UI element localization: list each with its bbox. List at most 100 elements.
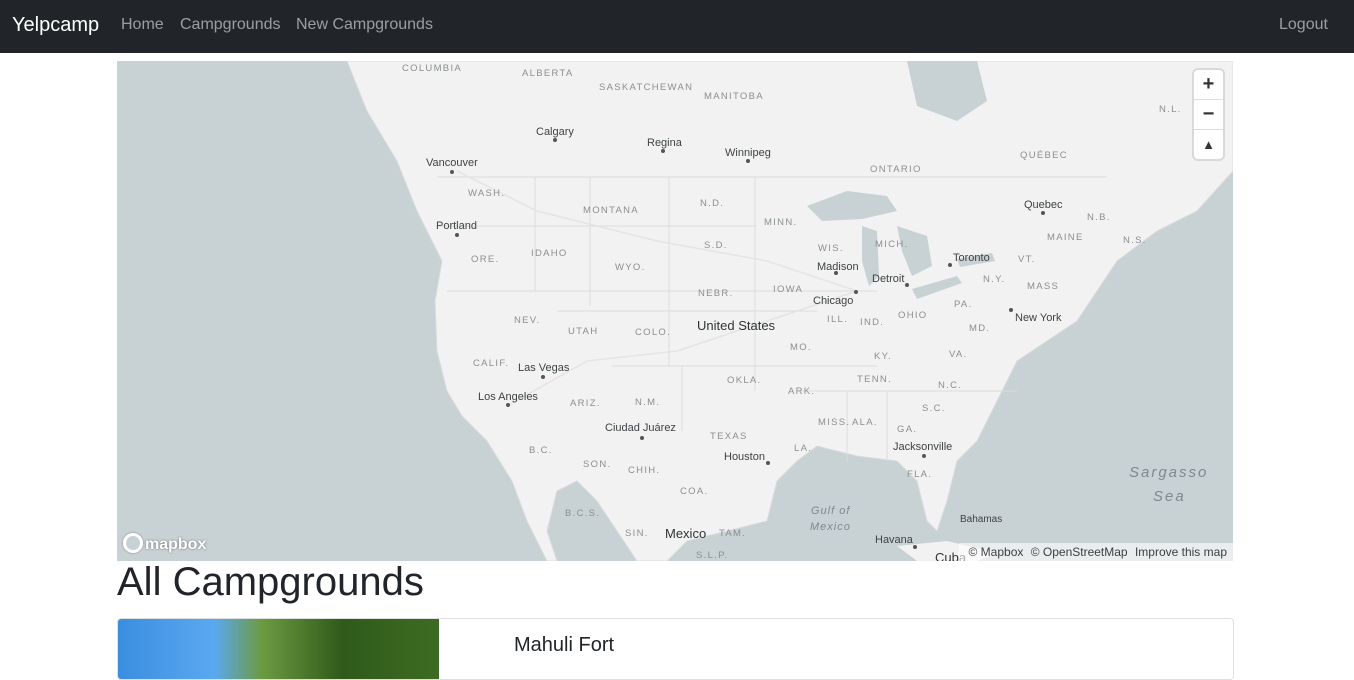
mapbox-logo[interactable]: mapbox <box>123 533 206 554</box>
svg-text:WYO.: WYO. <box>615 262 646 273</box>
svg-text:Bahamas: Bahamas <box>960 514 1002 525</box>
svg-text:CALIF.: CALIF. <box>473 358 509 369</box>
campground-title: Mahuli Fort <box>514 634 615 656</box>
svg-text:MICH.: MICH. <box>875 239 908 250</box>
svg-text:OHIO: OHIO <box>898 310 927 321</box>
svg-text:N.Y.: N.Y. <box>983 274 1005 285</box>
svg-text:GA.: GA. <box>897 424 917 435</box>
svg-text:ORE.: ORE. <box>471 254 499 265</box>
svg-text:ARIZ.: ARIZ. <box>570 398 601 409</box>
svg-text:FLA.: FLA. <box>907 469 932 480</box>
svg-text:ARK.: ARK. <box>788 386 815 397</box>
svg-text:IND.: IND. <box>860 317 884 328</box>
zoom-out-button[interactable]: − <box>1194 100 1223 130</box>
svg-text:Vancouver: Vancouver <box>426 157 478 169</box>
svg-text:TENN.: TENN. <box>857 374 892 385</box>
svg-text:MANITOBA: MANITOBA <box>704 91 764 102</box>
svg-text:ILL.: ILL. <box>827 314 848 325</box>
water-labels: Sargasso Sea Gulf of Mexico <box>810 464 1208 533</box>
svg-text:QUÉBEC: QUÉBEC <box>1020 150 1068 161</box>
svg-text:United States: United States <box>697 318 776 333</box>
svg-text:B.C.S.: B.C.S. <box>565 508 600 519</box>
svg-text:B.C.: B.C. <box>529 445 553 456</box>
nav-home-link[interactable]: Home <box>121 16 164 34</box>
map-navigation-control: + − ▲ <box>1194 70 1223 159</box>
compass-reset-button[interactable]: ▲ <box>1194 130 1223 159</box>
campground-image <box>118 619 439 679</box>
navbar: Yelpcamp Home Campgrounds New Campground… <box>0 0 1354 53</box>
svg-text:PA.: PA. <box>954 299 973 310</box>
attribution-mapbox-link[interactable]: © Mapbox <box>969 545 1024 559</box>
svg-text:TAM.: TAM. <box>719 528 746 539</box>
svg-text:UTAH: UTAH <box>568 326 598 337</box>
svg-text:Jacksonville: Jacksonville <box>893 441 952 453</box>
svg-text:Gulf of: Gulf of <box>811 505 850 517</box>
svg-text:Portland: Portland <box>436 220 477 232</box>
nav-new-campground-link[interactable]: New Campgrounds <box>296 16 433 34</box>
page-title: All Campgrounds <box>117 560 424 604</box>
svg-text:TEXAS: TEXAS <box>710 431 748 442</box>
svg-text:NEV.: NEV. <box>514 315 541 326</box>
svg-text:Calgary: Calgary <box>536 126 574 138</box>
svg-text:MISS.: MISS. <box>818 417 850 428</box>
zoom-in-button[interactable]: + <box>1194 70 1223 100</box>
svg-text:WIS.: WIS. <box>818 243 844 254</box>
svg-text:N.D.: N.D. <box>700 198 724 209</box>
svg-text:MASS: MASS <box>1027 281 1059 292</box>
svg-text:Sea: Sea <box>1153 488 1186 505</box>
svg-text:MINN.: MINN. <box>764 217 797 228</box>
svg-text:VT.: VT. <box>1018 254 1036 265</box>
mapbox-ring-icon <box>123 533 143 553</box>
svg-text:ALA.: ALA. <box>852 417 878 428</box>
svg-text:COLUMBIA: COLUMBIA <box>402 63 462 74</box>
svg-text:Las Vegas: Las Vegas <box>518 362 570 374</box>
svg-text:Sargasso: Sargasso <box>1129 464 1208 481</box>
map-attribution: © Mapbox © OpenStreetMap Improve this ma… <box>958 543 1233 561</box>
svg-text:ALBERTA: ALBERTA <box>522 68 574 79</box>
svg-text:N.C.: N.C. <box>938 380 962 391</box>
svg-text:Mexico: Mexico <box>665 526 706 541</box>
svg-text:COA.: COA. <box>680 486 708 497</box>
svg-text:MD.: MD. <box>969 323 990 334</box>
campground-card: Mahuli Fort <box>117 618 1234 680</box>
svg-text:N.L.: N.L. <box>1159 104 1182 115</box>
nav-campgrounds-link[interactable]: Campgrounds <box>180 16 281 34</box>
improve-map-link[interactable]: Improve this map <box>1135 545 1227 559</box>
svg-text:KY.: KY. <box>874 351 892 362</box>
svg-text:Winnipeg: Winnipeg <box>725 147 771 159</box>
logout-link[interactable]: Logout <box>1279 16 1328 34</box>
attribution-osm-link[interactable]: © OpenStreetMap <box>1031 545 1128 559</box>
svg-text:Chicago: Chicago <box>813 295 853 307</box>
brand-link[interactable]: Yelpcamp <box>12 14 99 37</box>
svg-text:IOWA: IOWA <box>773 284 803 295</box>
svg-text:Madison: Madison <box>817 261 859 273</box>
cluster-map[interactable]: COLUMBIA ALBERTA SASKATCHEWAN MANITOBA O… <box>117 61 1233 561</box>
svg-text:NEBR.: NEBR. <box>698 288 734 299</box>
map-canvas: COLUMBIA ALBERTA SASKATCHEWAN MANITOBA O… <box>346 61 1233 561</box>
svg-text:Detroit: Detroit <box>872 273 904 285</box>
svg-text:Los Angeles: Los Angeles <box>478 391 538 403</box>
svg-text:S.L.P.: S.L.P. <box>696 550 728 561</box>
svg-text:Ciudad Juárez: Ciudad Juárez <box>605 422 676 434</box>
svg-text:Quebec: Quebec <box>1024 199 1063 211</box>
svg-text:Mexico: Mexico <box>810 521 851 533</box>
svg-text:ONTARIO: ONTARIO <box>870 164 922 175</box>
svg-text:LA.: LA. <box>794 443 812 454</box>
svg-text:IDAHO: IDAHO <box>531 248 568 259</box>
svg-text:WASH.: WASH. <box>468 188 505 199</box>
svg-text:VA.: VA. <box>949 349 968 360</box>
svg-text:OKLA.: OKLA. <box>727 375 762 386</box>
svg-text:S.C.: S.C. <box>922 403 946 414</box>
svg-text:SASKATCHEWAN: SASKATCHEWAN <box>599 82 693 93</box>
svg-text:N.B.: N.B. <box>1087 212 1111 223</box>
svg-text:Toronto: Toronto <box>953 252 990 264</box>
svg-text:MONTANA: MONTANA <box>583 205 639 216</box>
svg-text:MAINE: MAINE <box>1047 232 1084 243</box>
svg-text:N.M.: N.M. <box>635 397 660 408</box>
svg-text:SON.: SON. <box>583 459 611 470</box>
svg-text:Regina: Regina <box>647 137 683 149</box>
svg-text:New York: New York <box>1015 312 1062 324</box>
svg-text:SIN.: SIN. <box>625 528 649 539</box>
svg-text:N.S.: N.S. <box>1123 235 1147 246</box>
svg-text:CHIH.: CHIH. <box>628 465 660 476</box>
